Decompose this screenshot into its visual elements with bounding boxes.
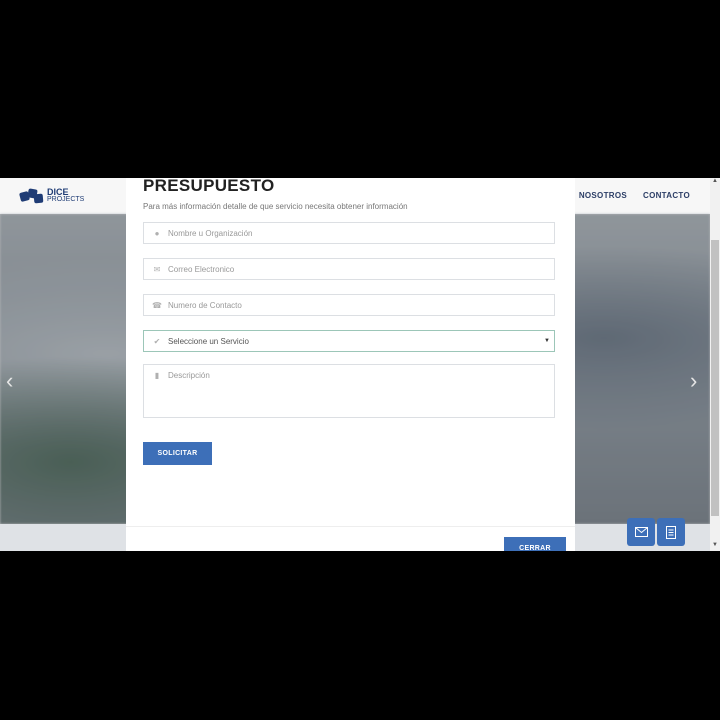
- quote-float-button[interactable]: [657, 518, 685, 546]
- caret-down-icon: ▼: [544, 338, 550, 344]
- chevron-left-icon[interactable]: ‹: [6, 368, 13, 394]
- envelope-icon: ✉: [153, 264, 161, 274]
- dice-logo-icon: [18, 188, 44, 204]
- nav-item-nosotros[interactable]: NOSOTROS: [579, 191, 627, 200]
- scrollbar-thumb[interactable]: [711, 240, 719, 516]
- site-logo[interactable]: DICE PROJECTS: [18, 186, 85, 206]
- submit-button[interactable]: SOLICITAR: [143, 442, 212, 465]
- service-select[interactable]: ✔ Seleccione un Servicio ▼: [143, 330, 555, 352]
- close-button[interactable]: CERRAR: [504, 537, 566, 551]
- email-float-button[interactable]: [627, 518, 655, 546]
- modal-subtitle: Para más información detalle de que serv…: [143, 202, 408, 211]
- email-field[interactable]: ✉ Correo Electronico: [143, 258, 555, 280]
- chevron-right-icon[interactable]: ›: [690, 368, 697, 394]
- service-selected: Seleccione un Servicio: [168, 336, 249, 346]
- check-circle-icon: ✔: [153, 336, 161, 346]
- nav-item-contacto[interactable]: CONTACTO: [643, 191, 690, 200]
- main-nav: NOSOTROS CONTACTO: [579, 191, 690, 200]
- scroll-down-icon[interactable]: ▼: [712, 542, 718, 548]
- name-field[interactable]: ● Nombre u Organización: [143, 222, 555, 244]
- modal-title: PRESUPUESTO: [143, 178, 275, 195]
- description-textarea[interactable]: ▮ Descripción: [143, 364, 555, 418]
- document-icon: [666, 525, 676, 539]
- browser-viewport: DICE PROJECTS NOSOTROS CONTACTO ‹ › ▲ ▼ …: [0, 178, 720, 551]
- phone-field[interactable]: ☎ Numero de Contacto: [143, 294, 555, 316]
- description-placeholder: Descripción: [168, 371, 210, 380]
- logo-line2: PROJECTS: [47, 196, 85, 203]
- logo-line1: DICE: [47, 187, 69, 197]
- user-icon: ●: [154, 228, 160, 238]
- page-scrollbar[interactable]: [710, 178, 720, 551]
- comment-icon: ▮: [154, 371, 160, 380]
- phone-placeholder: Numero de Contacto: [168, 300, 242, 310]
- scroll-up-icon[interactable]: ▲: [712, 178, 718, 184]
- quote-modal: PRESUPUESTO Para más información detalle…: [126, 178, 575, 551]
- email-placeholder: Correo Electronico: [168, 264, 235, 274]
- envelope-icon: [634, 527, 648, 537]
- phone-icon: ☎: [152, 300, 162, 310]
- modal-footer-divider: [126, 526, 575, 527]
- name-placeholder: Nombre u Organización: [168, 228, 253, 238]
